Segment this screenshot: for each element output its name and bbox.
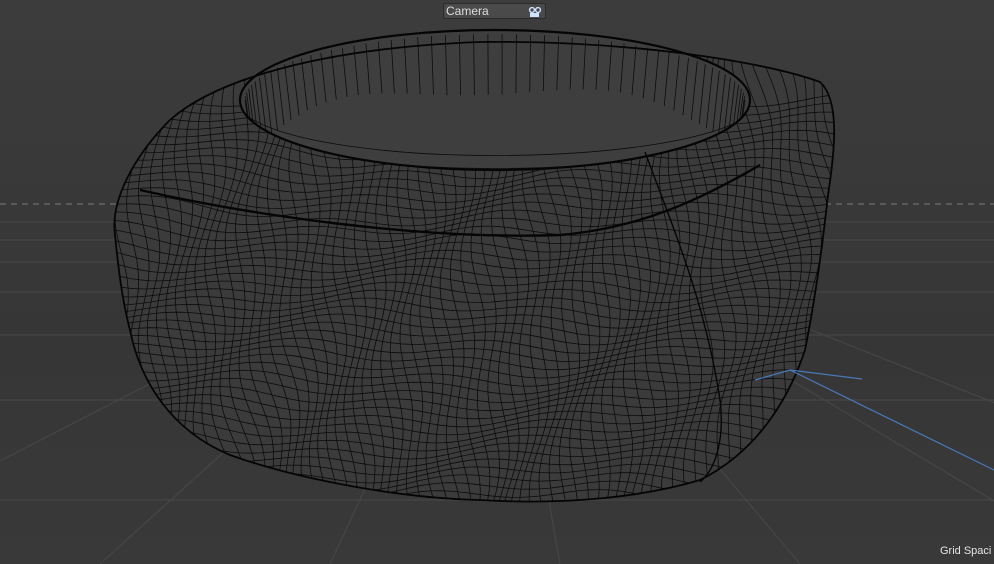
camera-icon[interactable] [528, 5, 542, 17]
mesh-object[interactable] [58, 28, 886, 510]
camera-selector[interactable]: Camera [443, 3, 546, 19]
3d-viewport[interactable]: Camera Grid Spaci [0, 0, 994, 564]
viewport-scene[interactable] [0, 0, 994, 564]
grid-spacing-label: Grid Spaci [940, 545, 992, 557]
camera-label: Camera [446, 4, 489, 18]
